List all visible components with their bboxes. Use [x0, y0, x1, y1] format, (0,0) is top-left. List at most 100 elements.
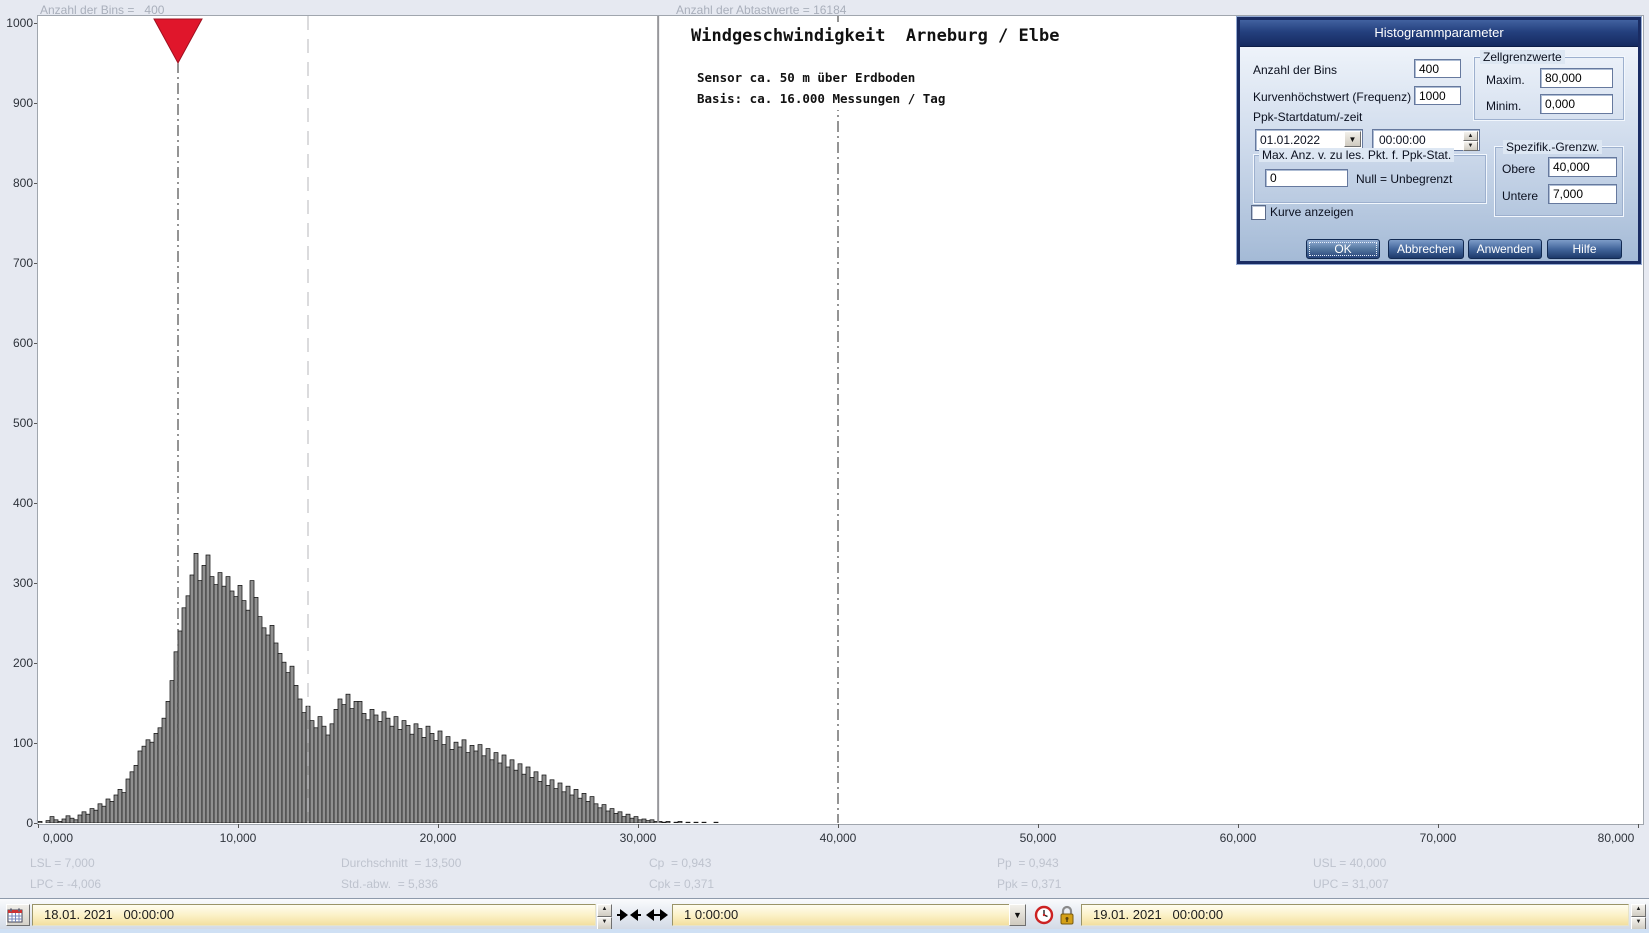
histogram-bar	[89, 808, 95, 823]
clock-icon[interactable]	[1034, 905, 1054, 925]
peak-label: Kurvenhöchstwert (Frequenz)	[1253, 90, 1412, 104]
histogram-bar	[449, 749, 455, 823]
interval-dropdown-button[interactable]: ▼	[1009, 904, 1026, 926]
chart-subtitle-basis: Basis: ca. 16.000 Messungen / Tag	[697, 91, 946, 106]
lower-limit-input[interactable]	[1548, 184, 1617, 204]
histogram-bar	[261, 627, 267, 823]
spec-limits-group-label: Spezifik.-Grenzw.	[1503, 140, 1603, 154]
histogram-bar	[293, 685, 299, 823]
cell-limits-group-label: Zellgrenzwerte	[1480, 50, 1565, 64]
histogram-bar	[265, 634, 271, 823]
x-tick-label: 0,000	[42, 831, 74, 845]
histogram-bar	[561, 791, 567, 823]
show-curve-checkbox[interactable]	[1251, 205, 1266, 220]
histogram-bar	[121, 792, 127, 823]
stat-value: USL = 40,000	[1313, 856, 1387, 870]
histogram-bar	[161, 717, 167, 823]
x-axis-tick	[1438, 824, 1439, 828]
lock-icon[interactable]	[1059, 905, 1075, 925]
histogram-bar	[165, 701, 171, 823]
x-tick-label: 70,000	[1419, 831, 1457, 845]
histogram-bar	[525, 766, 531, 823]
histogram-bar	[609, 808, 615, 823]
histogram-bar	[245, 609, 251, 823]
end-datetime-field[interactable]: 19.01. 2021 00:00:00	[1081, 904, 1629, 926]
interval-field[interactable]: 1 0:00:00	[672, 904, 1010, 926]
y-axis-tick	[34, 23, 37, 24]
histogram-bar	[273, 642, 279, 823]
ok-button[interactable]: OK	[1306, 239, 1380, 259]
maximum-input[interactable]	[1540, 68, 1613, 88]
zoom-out-range-icon[interactable]	[645, 908, 669, 922]
dialog-titlebar[interactable]: Histogrammparameter	[1240, 20, 1638, 47]
histogram-bar	[225, 576, 231, 823]
histogram-bar	[317, 716, 323, 823]
histogram-bar	[501, 754, 507, 823]
histogram-bar	[477, 744, 483, 823]
histogram-bar	[377, 721, 383, 823]
lsl-marker-triangle-icon[interactable]	[153, 18, 203, 65]
histogram-bar	[73, 819, 79, 823]
peak-input[interactable]	[1414, 86, 1461, 105]
histogram-bar	[521, 773, 527, 823]
histogram-bar	[113, 794, 119, 823]
histogram-bar	[393, 716, 399, 823]
y-axis-tick	[34, 743, 37, 744]
y-axis-tick	[34, 183, 37, 184]
histogram-bar	[77, 814, 83, 823]
histogram-bar	[45, 820, 51, 823]
histogram-bar	[589, 796, 595, 823]
histogram-bar	[233, 596, 239, 823]
apply-button[interactable]: Anwenden	[1468, 239, 1542, 259]
time-range-statusbar: 18.01. 2021 00:00:00 ▲ ▼ 1 0:00:00 ▼ 19.0…	[0, 898, 1649, 930]
histogram-bar	[445, 736, 451, 823]
dialog-title: Histogrammparameter	[1374, 25, 1504, 40]
y-axis-tick	[34, 103, 37, 104]
histogram-bar	[309, 720, 315, 823]
histogram-bar	[321, 725, 327, 823]
calendar-button[interactable]	[6, 904, 30, 926]
x-tick-label: 20,000	[419, 831, 457, 845]
show-curve-label[interactable]: Kurve anzeigen	[1270, 205, 1353, 219]
ppk-time-spinner[interactable]: ▲ ▼	[1463, 131, 1478, 151]
bins-input[interactable]	[1414, 59, 1461, 78]
samples-count-annotation: Anzahl der Abtastwerte = 16184	[676, 3, 847, 17]
histogram-bar	[593, 803, 599, 823]
histogram-bar	[341, 704, 347, 823]
max-points-input[interactable]	[1265, 169, 1348, 187]
ppk-date-dropdown-button[interactable]: ▼	[1344, 131, 1361, 147]
start-datetime-spinner[interactable]: ▲ ▼	[597, 904, 612, 930]
histogram-bar	[117, 789, 123, 823]
histogram-bar	[509, 759, 515, 823]
help-button[interactable]: Hilfe	[1547, 239, 1622, 259]
histogram-bar	[173, 651, 179, 823]
y-tick-label: 800	[12, 176, 33, 190]
end-datetime-spinner[interactable]: ▲ ▼	[1631, 904, 1646, 930]
cancel-button[interactable]: Abbrechen	[1388, 239, 1464, 259]
histogram-bar	[61, 818, 67, 823]
y-tick-label: 0	[26, 816, 33, 830]
histogram-bar	[533, 771, 539, 823]
y-axis-tick	[34, 343, 37, 344]
histogram-bar	[153, 733, 159, 823]
histogram-bar	[185, 595, 191, 823]
start-datetime-field[interactable]: 18.01. 2021 00:00:00	[32, 904, 596, 926]
x-axis-tick	[638, 824, 639, 828]
ppk-time-value: 00:00:00	[1379, 133, 1426, 147]
zoom-in-range-icon[interactable]	[617, 908, 641, 922]
minimum-input[interactable]	[1540, 94, 1613, 114]
histogram-bar	[105, 798, 111, 823]
histogram-bar	[69, 817, 75, 823]
histogram-bar	[461, 739, 467, 823]
spec-limits-group: Spezifik.-Grenzw. Obere Untere	[1494, 140, 1624, 217]
histogram-bar	[109, 801, 115, 823]
histogram-bar	[141, 745, 147, 823]
histogram-bar	[93, 809, 99, 823]
histogram-bar	[285, 672, 291, 823]
upper-limit-input[interactable]	[1548, 157, 1617, 177]
histogram-bar	[569, 794, 575, 823]
histogram-bar	[641, 818, 647, 823]
histogram-bar	[209, 576, 215, 823]
histogram-bar	[665, 821, 671, 823]
histogram-bar	[685, 821, 691, 823]
